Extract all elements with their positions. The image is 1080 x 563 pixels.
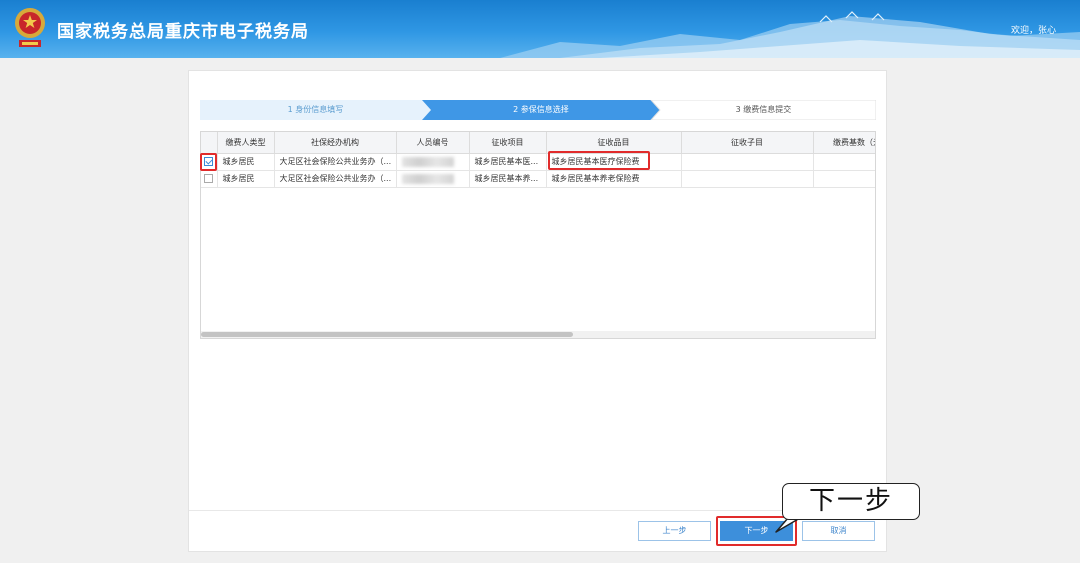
table-cell: 城乡居民基本养老保险费 [546,170,682,188]
redacted-cell [396,153,470,171]
table-cell: 城乡居民 [217,153,275,171]
table-cell: 城乡居民基本医疗保险费 [546,153,682,171]
table-cell [813,153,875,171]
table-cell [813,170,875,188]
step-insurance-select: 2 参保信息选择 [513,105,569,114]
horizontal-scrollbar[interactable] [201,331,875,338]
column-header[interactable]: 缴费基数（元 [813,132,875,154]
main-panel: 1 身份信息填写 2 参保信息选择 3 缴费信息提交 缴费人类型 社保经办机构 … [188,70,887,552]
table-cell [681,170,814,188]
column-header[interactable]: 征收子目 [681,132,814,154]
tax-emblem-icon [15,8,45,47]
row-checkbox[interactable] [204,174,214,183]
welcome-user-text[interactable]: 欢迎，张心 [1011,23,1056,36]
column-header[interactable]: 缴费人类型 [217,132,275,154]
table-cell: 大足区社会保险公共业务办（... [274,170,397,188]
column-header[interactable]: 社保经办机构 [274,132,397,154]
table-cell: 城乡居民基本医... [469,153,547,171]
insurance-grid: 缴费人类型 社保经办机构 人员编号 征收项目 征收品目 征收子目 缴费基数（元 … [200,131,876,339]
column-header[interactable]: 征收项目 [469,132,547,154]
redacted-cell [396,170,470,188]
step-identity-info: 1 身份信息填写 [287,105,344,114]
table-cell: 城乡居民基本养... [469,170,547,188]
row-select-cell[interactable] [201,153,218,171]
table-cell [681,153,814,171]
column-header[interactable]: 征收品目 [546,132,682,154]
scrollbar-thumb[interactable] [201,332,573,337]
cancel-button[interactable]: 取消 [802,521,875,541]
next-step-callout: 下一步 [782,483,920,520]
row-checkbox[interactable] [204,157,214,166]
table-cell: 城乡居民 [217,170,275,188]
site-title: 国家税务总局重庆市电子税务局 [57,22,309,42]
progress-stepper: 1 身份信息填写 2 参保信息选择 3 缴费信息提交 [200,100,876,120]
site-header: 国家税务总局重庆市电子税务局 欢迎，张心 [0,0,1080,58]
grid-header-row: 缴费人类型 社保经办机构 人员编号 征收项目 征收品目 征收子目 缴费基数（元 [201,132,875,154]
table-row[interactable]: 城乡居民 大足区社会保险公共业务办（... 城乡居民基本养... 城乡居民基本养… [201,170,875,188]
column-header[interactable]: 人员编号 [396,132,470,154]
prev-step-button[interactable]: 上一步 [638,521,711,541]
row-select-cell[interactable] [201,170,218,188]
table-row[interactable]: 城乡居民 大足区社会保险公共业务办（... 城乡居民基本医... 城乡居民基本医… [201,153,875,171]
redacted-person-id [401,156,454,167]
select-column-header [201,132,218,154]
redacted-person-id [401,173,454,184]
table-cell: 大足区社会保险公共业务办（... [274,153,397,171]
step-payment-submit: 3 缴费信息提交 [735,105,792,114]
next-step-button[interactable]: 下一步 [720,521,793,541]
